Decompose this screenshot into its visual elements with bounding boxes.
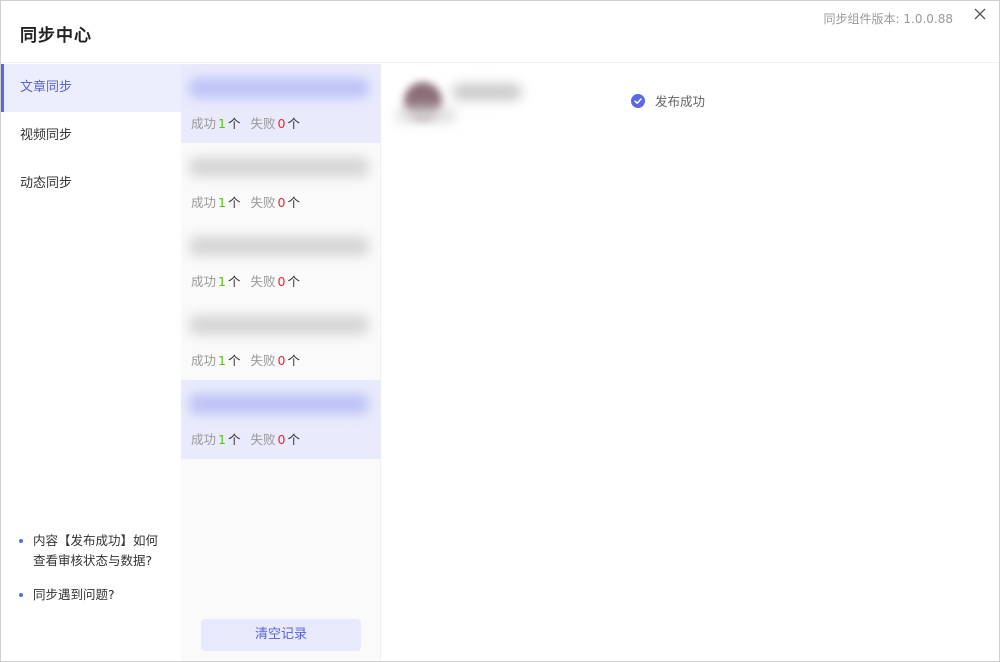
sync-record-list: 成功 1 个失败 0 个 成功 1 个失败 0 个 成功 1 个失败 0 个 成功 1 个失败 0 个 成功 1 个… <box>181 64 381 661</box>
blurred-account-name <box>452 84 522 100</box>
help-link-status[interactable]: 内容【发布成功】如何查看审核状态与数据? <box>19 531 169 571</box>
unit-label: 个 <box>227 274 241 289</box>
fail-label: 失败 <box>250 353 276 368</box>
help-link-problem[interactable]: 同步遇到问题? <box>19 585 169 605</box>
fail-count: 0 <box>277 195 286 210</box>
clear-records-button[interactable]: 清空记录 <box>201 619 361 651</box>
version-label: 同步组件版本: 1.0.0.88 <box>823 12 953 26</box>
unit-label: 个 <box>287 353 300 368</box>
success-count: 1 <box>218 116 226 131</box>
close-icon[interactable] <box>971 5 989 23</box>
success-count: 1 <box>218 274 226 289</box>
bullet-icon <box>19 539 23 543</box>
success-label: 成功 <box>191 116 217 131</box>
success-count: 1 <box>218 195 226 210</box>
record-stats: 成功 1 个失败 0 个 <box>191 350 300 369</box>
record-stats: 成功 1 个失败 0 个 <box>191 429 300 448</box>
list-item[interactable]: 成功 1 个失败 0 个 <box>181 143 381 222</box>
list-item[interactable]: 成功 1 个失败 0 个 <box>181 380 381 459</box>
header: 同步中心 同步组件版本: 1.0.0.88 <box>1 1 999 63</box>
unit-label: 个 <box>287 274 300 289</box>
unit-label: 个 <box>287 432 300 447</box>
success-label: 成功 <box>191 432 217 447</box>
sidebar-item-video-sync[interactable]: 视频同步 <box>1 112 181 160</box>
publish-status: 发布成功 <box>631 91 705 110</box>
success-label: 成功 <box>191 195 217 210</box>
fail-count: 0 <box>277 116 286 131</box>
fail-count: 0 <box>277 432 286 447</box>
fail-count: 0 <box>277 274 286 289</box>
help-link-label[interactable]: 内容【发布成功】如何查看审核状态与数据? <box>19 531 169 571</box>
sidebar-item-dynamic-sync[interactable]: 动态同步 <box>1 160 181 208</box>
list-item[interactable]: 成功 1 个失败 0 个 <box>181 222 381 301</box>
unit-label: 个 <box>227 195 241 210</box>
record-stats: 成功 1 个失败 0 个 <box>191 113 300 132</box>
success-label: 成功 <box>191 274 217 289</box>
unit-label: 个 <box>287 116 300 131</box>
blurred-title <box>189 78 369 98</box>
unit-label: 个 <box>227 432 241 447</box>
fail-label: 失败 <box>250 116 276 131</box>
unit-label: 个 <box>287 195 300 210</box>
blurred-title <box>189 394 369 414</box>
blurred-account-info <box>396 108 456 122</box>
status-label: 发布成功 <box>655 94 706 109</box>
record-stats: 成功 1 个失败 0 个 <box>191 271 300 290</box>
blurred-title <box>189 236 369 256</box>
blurred-title <box>189 157 369 177</box>
page-title: 同步中心 <box>20 26 92 46</box>
success-count: 1 <box>218 432 226 447</box>
unit-label: 个 <box>227 116 241 131</box>
blurred-title <box>189 315 369 335</box>
fail-label: 失败 <box>250 432 276 447</box>
success-label: 成功 <box>191 353 217 368</box>
success-count: 1 <box>218 353 226 368</box>
list-item[interactable]: 成功 1 个失败 0 个 <box>181 301 381 380</box>
sidebar: 文章同步 视频同步 动态同步 内容【发布成功】如何查看审核状态与数据? 同步遇到… <box>1 64 181 661</box>
record-stats: 成功 1 个失败 0 个 <box>191 192 300 211</box>
bullet-icon <box>19 593 23 597</box>
check-circle-icon <box>631 93 645 108</box>
sidebar-item-article-sync[interactable]: 文章同步 <box>1 64 181 112</box>
unit-label: 个 <box>227 353 241 368</box>
fail-label: 失败 <box>250 274 276 289</box>
fail-count: 0 <box>277 353 286 368</box>
fail-label: 失败 <box>250 195 276 210</box>
help-link-label[interactable]: 同步遇到问题? <box>19 585 169 605</box>
sync-center-window: 同步中心 同步组件版本: 1.0.0.88 文章同步 视频同步 动态同步 内容【… <box>0 0 1000 662</box>
list-item[interactable]: 成功 1 个失败 0 个 <box>181 64 381 143</box>
detail-panel: 发布成功 <box>382 64 999 661</box>
